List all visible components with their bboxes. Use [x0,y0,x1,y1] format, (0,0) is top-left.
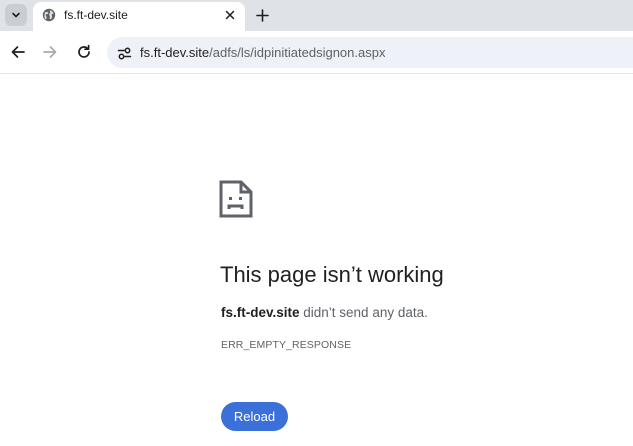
address-bar[interactable]: fs.ft-dev.site/adfs/ls/idpinitiatedsigno… [107,37,633,68]
reload-icon [78,44,90,58]
globe-icon [42,8,56,22]
error-message: didn’t send any data. [299,305,428,320]
reload-page-button[interactable]: Reload [221,402,288,431]
error-page: This page isn’t working fs.ft-dev.site d… [0,75,633,446]
toolbar: fs.ft-dev.site/adfs/ls/idpinitiatedsigno… [0,31,633,74]
forward-button[interactable] [40,42,60,62]
error-code: ERR_EMPTY_RESPONSE [221,339,352,351]
url-path: /adfs/ls/idpinitiatedsignon.aspx [209,45,386,60]
tune-icon [117,47,131,59]
tab-strip: fs.ft-dev.site [0,0,633,31]
url-host: fs.ft-dev.site [140,45,210,60]
tab-search-button[interactable] [5,4,27,26]
url-text[interactable]: fs.ft-dev.site/adfs/ls/idpinitiatedsigno… [140,45,385,60]
error-title: This page isn’t working [220,262,444,287]
error-description: fs.ft-dev.site didn’t send any data. [221,305,428,320]
sad-page-icon [219,180,253,218]
tab-active[interactable]: fs.ft-dev.site [33,2,245,31]
chevron-down-icon [12,12,20,18]
arrow-right-icon [43,46,57,58]
arrow-left-icon [11,46,25,58]
browser-window: fs.ft-dev.site fs.ft-dev.site/adfs/ls/id… [0,0,633,446]
tab-close-button[interactable] [223,8,237,22]
plus-icon [255,8,269,22]
reload-button[interactable] [74,42,94,62]
tab-title: fs.ft-dev.site [64,8,128,22]
error-host: fs.ft-dev.site [221,305,300,320]
site-info-button[interactable] [115,44,133,62]
new-tab-button[interactable] [252,5,272,25]
close-icon [225,10,235,20]
back-button[interactable] [8,42,28,62]
